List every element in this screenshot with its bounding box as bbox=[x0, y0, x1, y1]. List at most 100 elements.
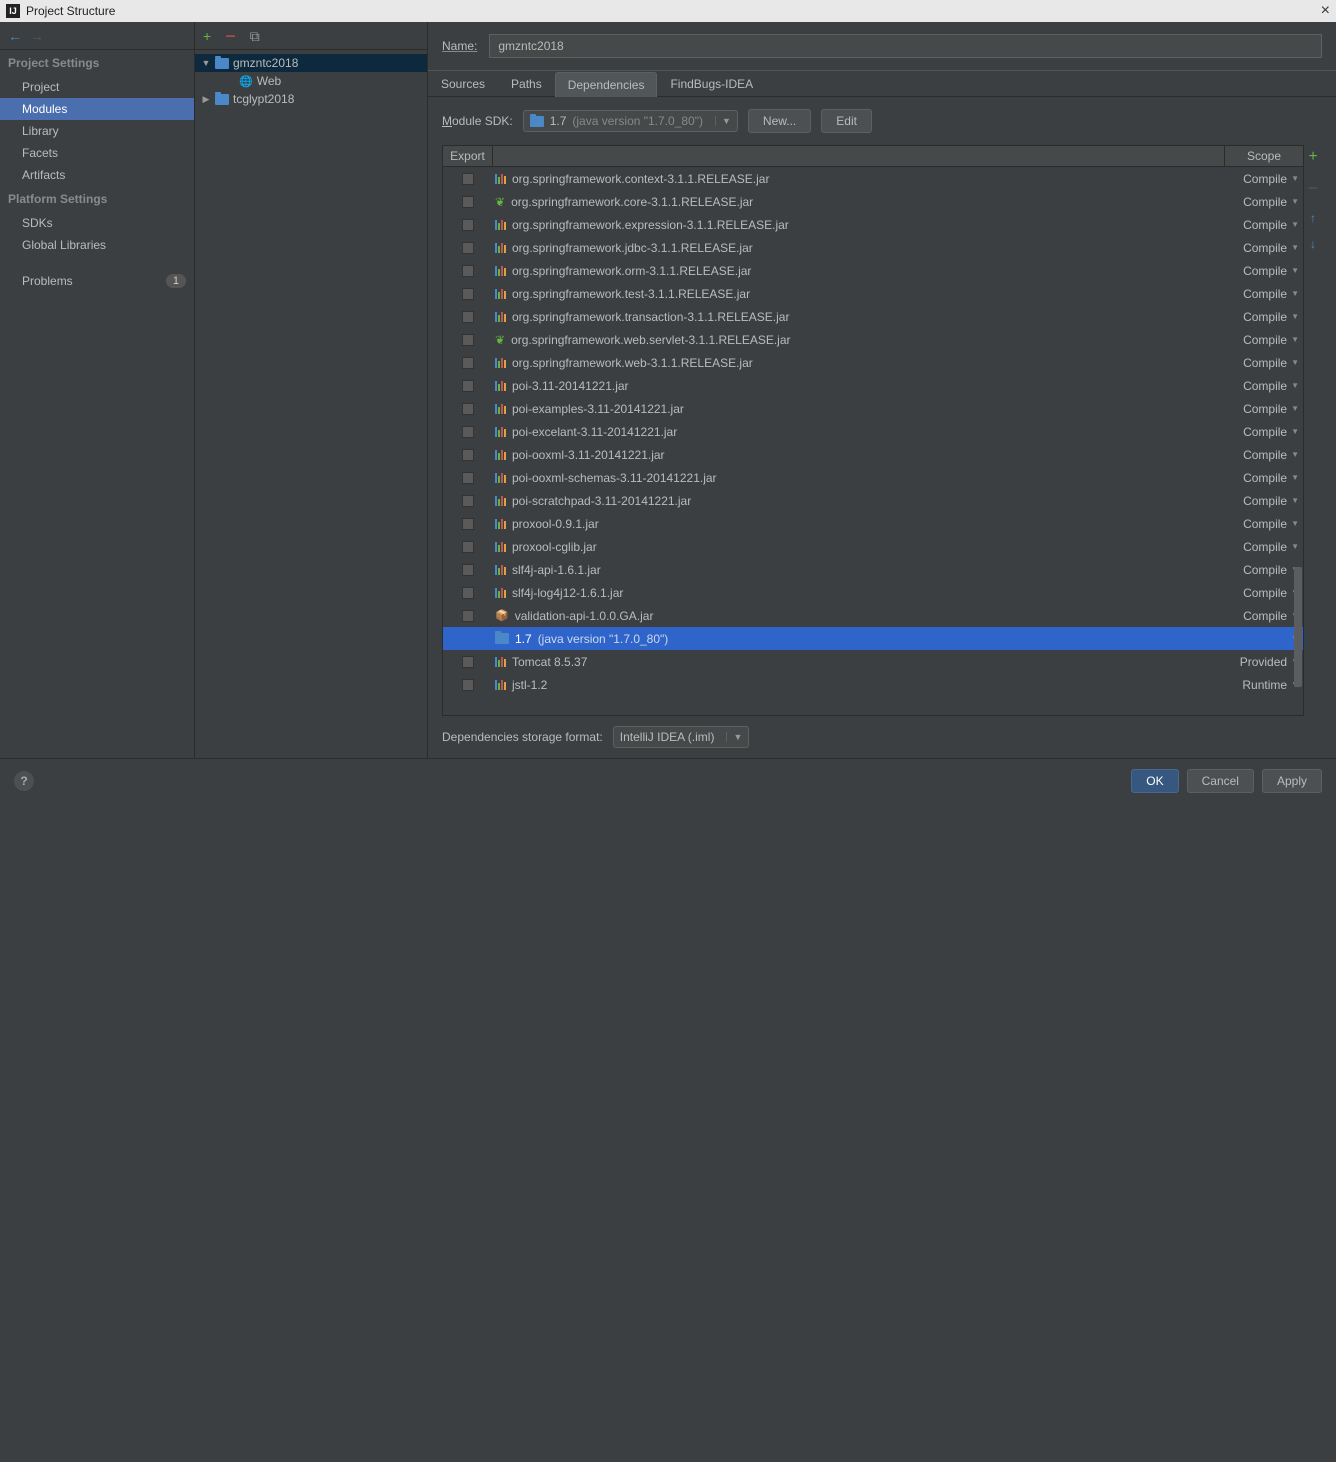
table-row[interactable]: jstl-1.2Runtime▼ bbox=[443, 673, 1303, 696]
apply-button[interactable]: Apply bbox=[1262, 769, 1322, 793]
table-row[interactable]: org.springframework.transaction-3.1.1.RE… bbox=[443, 305, 1303, 328]
export-checkbox[interactable] bbox=[462, 426, 474, 438]
export-checkbox[interactable] bbox=[462, 587, 474, 599]
table-row[interactable]: poi-excelant-3.11-20141221.jarCompile▼ bbox=[443, 420, 1303, 443]
export-checkbox[interactable] bbox=[462, 311, 474, 323]
export-checkbox[interactable] bbox=[462, 656, 474, 668]
sidebar-item-problems[interactable]: Problems 1 bbox=[0, 268, 194, 292]
sidebar-item-sdks[interactable]: SDKs bbox=[0, 212, 194, 234]
table-row[interactable]: Tomcat 8.5.37Provided▼ bbox=[443, 650, 1303, 673]
scope-value: Compile bbox=[1243, 563, 1287, 577]
table-row[interactable]: poi-ooxml-schemas-3.11-20141221.jarCompi… bbox=[443, 466, 1303, 489]
table-row[interactable]: slf4j-api-1.6.1.jarCompile▼ bbox=[443, 558, 1303, 581]
table-row[interactable]: org.springframework.web-3.1.1.RELEASE.ja… bbox=[443, 351, 1303, 374]
table-row[interactable]: 1.7 (java version "1.7.0_80")▼ bbox=[443, 627, 1303, 650]
tree-item[interactable]: ▼gmzntc2018 bbox=[195, 54, 427, 72]
scope-value: Compile bbox=[1243, 195, 1287, 209]
export-checkbox[interactable] bbox=[462, 472, 474, 484]
export-checkbox[interactable] bbox=[462, 334, 474, 346]
scrollbar[interactable] bbox=[1293, 187, 1303, 715]
export-checkbox[interactable] bbox=[462, 288, 474, 300]
ok-button[interactable]: OK bbox=[1131, 769, 1178, 793]
table-row[interactable]: poi-ooxml-3.11-20141221.jarCompile▼ bbox=[443, 443, 1303, 466]
tree-item[interactable]: ▶tcglypt2018 bbox=[195, 90, 427, 108]
table-row[interactable]: proxool-0.9.1.jarCompile▼ bbox=[443, 512, 1303, 535]
tab-findbugs-idea[interactable]: FindBugs-IDEA bbox=[657, 71, 766, 96]
module-tree: + − ⧉ ▼gmzntc2018🌐Web▶tcglypt2018 bbox=[195, 22, 428, 758]
library-icon bbox=[495, 266, 506, 276]
name-label: Name: bbox=[442, 39, 477, 53]
dependency-name: poi-3.11-20141221.jar bbox=[512, 379, 629, 393]
column-name[interactable] bbox=[493, 146, 1225, 166]
move-down-icon[interactable]: ↓ bbox=[1310, 237, 1316, 251]
package-icon: 📦 bbox=[495, 609, 509, 622]
table-row[interactable]: poi-examples-3.11-20141221.jarCompile▼ bbox=[443, 397, 1303, 420]
export-checkbox[interactable] bbox=[462, 265, 474, 277]
tree-item[interactable]: 🌐Web bbox=[195, 72, 427, 90]
sidebar-item-project[interactable]: Project bbox=[0, 76, 194, 98]
tab-sources[interactable]: Sources bbox=[428, 71, 498, 96]
table-row[interactable]: ❦org.springframework.core-3.1.1.RELEASE.… bbox=[443, 190, 1303, 213]
sidebar-item-global-libraries[interactable]: Global Libraries bbox=[0, 234, 194, 256]
export-checkbox[interactable] bbox=[462, 449, 474, 461]
table-row[interactable]: org.springframework.orm-3.1.1.RELEASE.ja… bbox=[443, 259, 1303, 282]
table-row[interactable]: org.springframework.context-3.1.1.RELEAS… bbox=[443, 167, 1303, 190]
edit-sdk-button[interactable]: Edit bbox=[821, 109, 872, 133]
export-checkbox[interactable] bbox=[462, 357, 474, 369]
folder-icon bbox=[530, 116, 544, 127]
help-icon[interactable]: ? bbox=[14, 771, 34, 791]
cancel-button[interactable]: Cancel bbox=[1187, 769, 1254, 793]
sdk-dropdown[interactable]: 1.7 (java version "1.7.0_80") ▼ bbox=[523, 110, 738, 132]
export-checkbox[interactable] bbox=[462, 495, 474, 507]
export-checkbox[interactable] bbox=[462, 541, 474, 553]
table-row[interactable]: org.springframework.test-3.1.1.RELEASE.j… bbox=[443, 282, 1303, 305]
copy-module-icon[interactable]: ⧉ bbox=[250, 29, 260, 43]
spring-icon: ❦ bbox=[495, 333, 505, 347]
tab-dependencies[interactable]: Dependencies bbox=[555, 72, 658, 97]
table-row[interactable]: org.springframework.expression-3.1.1.REL… bbox=[443, 213, 1303, 236]
sidebar-item-facets[interactable]: Facets bbox=[0, 142, 194, 164]
export-checkbox[interactable] bbox=[462, 518, 474, 530]
export-checkbox[interactable] bbox=[462, 219, 474, 231]
storage-dropdown[interactable]: IntelliJ IDEA (.iml) ▼ bbox=[613, 726, 750, 748]
sidebar-item-artifacts[interactable]: Artifacts bbox=[0, 164, 194, 186]
move-up-icon[interactable]: ↑ bbox=[1310, 211, 1316, 225]
add-dependency-icon[interactable]: + bbox=[1308, 148, 1317, 166]
scope-value: Compile bbox=[1243, 448, 1287, 462]
library-icon bbox=[495, 243, 506, 253]
sidebar-item-library[interactable]: Library bbox=[0, 120, 194, 142]
tab-paths[interactable]: Paths bbox=[498, 71, 555, 96]
chevron-down-icon[interactable]: ▼ bbox=[1291, 174, 1299, 183]
export-checkbox[interactable] bbox=[462, 564, 474, 576]
new-sdk-button[interactable]: New... bbox=[748, 109, 811, 133]
add-module-icon[interactable]: + bbox=[203, 29, 211, 43]
column-scope[interactable]: Scope bbox=[1225, 146, 1303, 166]
library-icon bbox=[495, 565, 506, 575]
nav-forward-icon[interactable]: → bbox=[30, 28, 44, 44]
library-icon bbox=[495, 427, 506, 437]
library-icon bbox=[495, 381, 506, 391]
table-row[interactable]: proxool-cglib.jarCompile▼ bbox=[443, 535, 1303, 558]
export-checkbox[interactable] bbox=[462, 196, 474, 208]
table-row[interactable]: 📦validation-api-1.0.0.GA.jarCompile▼ bbox=[443, 604, 1303, 627]
sidebar-item-modules[interactable]: Modules bbox=[0, 98, 194, 120]
export-checkbox[interactable] bbox=[462, 679, 474, 691]
export-checkbox[interactable] bbox=[462, 403, 474, 415]
module-name-input[interactable] bbox=[489, 34, 1322, 58]
nav-back-icon[interactable]: ← bbox=[8, 28, 22, 44]
export-checkbox[interactable] bbox=[462, 610, 474, 622]
table-row[interactable]: poi-3.11-20141221.jarCompile▼ bbox=[443, 374, 1303, 397]
export-checkbox[interactable] bbox=[462, 380, 474, 392]
dependency-name: validation-api-1.0.0.GA.jar bbox=[515, 609, 654, 623]
export-checkbox[interactable] bbox=[462, 173, 474, 185]
close-icon[interactable]: × bbox=[1321, 2, 1330, 20]
table-row[interactable]: org.springframework.jdbc-3.1.1.RELEASE.j… bbox=[443, 236, 1303, 259]
export-checkbox[interactable] bbox=[462, 242, 474, 254]
table-row[interactable]: poi-scratchpad-3.11-20141221.jarCompile▼ bbox=[443, 489, 1303, 512]
column-export[interactable]: Export bbox=[443, 146, 493, 166]
table-row[interactable]: ❦org.springframework.web.servlet-3.1.1.R… bbox=[443, 328, 1303, 351]
remove-module-icon[interactable]: − bbox=[225, 27, 236, 45]
remove-dependency-icon[interactable]: − bbox=[1308, 178, 1319, 199]
table-row[interactable]: slf4j-log4j12-1.6.1.jarCompile▼ bbox=[443, 581, 1303, 604]
dependency-name: poi-scratchpad-3.11-20141221.jar bbox=[512, 494, 691, 508]
